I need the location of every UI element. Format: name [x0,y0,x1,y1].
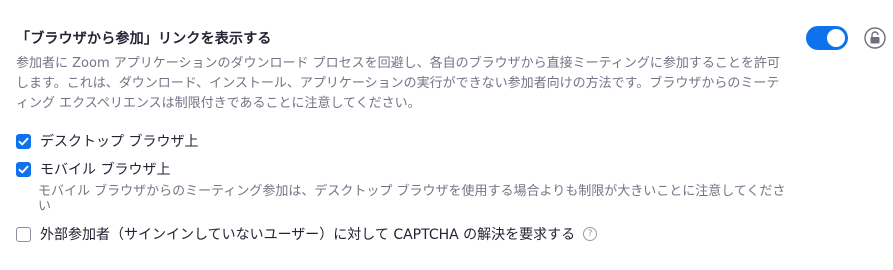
lock-icon[interactable] [864,27,886,49]
captcha-label: 外部参加者（サインインしていないユーザー）に対して CAPTCHA の解決を要求… [40,227,576,243]
option-mobile-browser[interactable]: モバイル ブラウザ上 [16,159,170,179]
option-captcha[interactable]: 外部参加者（サインインしていないユーザー）に対して CAPTCHA の解決を要求… [16,224,598,244]
mobile-browser-note: モバイル ブラウザからのミーティング参加は、デスクトップ ブラウザを使用する場合… [38,184,786,214]
option-desktop-browser[interactable]: デスクトップ ブラウザ上 [16,131,198,151]
desktop-browser-label: デスクトップ ブラウザ上 [40,134,199,150]
mobile-browser-label: モバイル ブラウザ上 [40,162,171,178]
check-icon [18,137,29,145]
check-icon [18,165,29,173]
mobile-browser-checkbox[interactable] [16,161,31,177]
question-mark-icon[interactable]: ? [583,227,598,241]
enable-toggle[interactable] [806,26,848,50]
captcha-checkbox[interactable] [16,226,31,242]
toggle-knob [827,29,845,47]
setting-description: 参加者に Zoom アプリケーションのダウンロード プロセスを回避し、各自のブラ… [16,56,780,111]
desktop-browser-checkbox[interactable] [16,133,31,149]
setting-title: 「ブラウザから参加」リンクを表示する [16,31,272,47]
browser-join-setting: 「ブラウザから参加」リンクを表示する 参加者に Zoom アプリケーションのダウ… [0,0,893,270]
